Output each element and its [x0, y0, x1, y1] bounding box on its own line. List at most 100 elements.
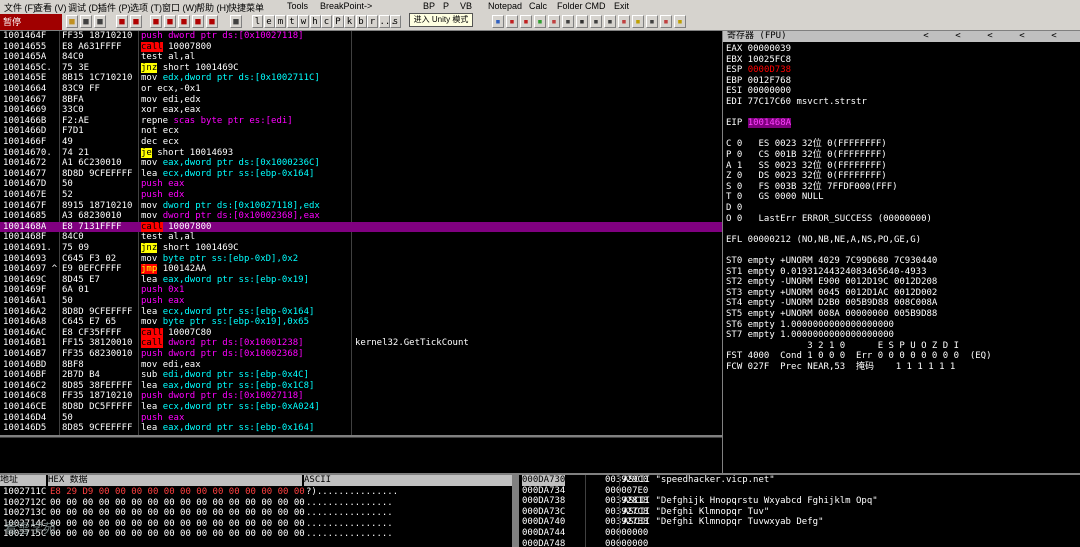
disasm-row[interactable]: 10014669 33C0 xor eax,eax: [0, 105, 722, 116]
register-line[interactable]: EBP 0012F768: [726, 76, 791, 87]
disasm-row[interactable]: 1001467F 8915 18710210 mov dword ptr ds:[0…: [0, 201, 722, 212]
toolbar-window-button[interactable]: h: [309, 15, 321, 28]
disasm-row[interactable]: 10014670. 74 21 je short 10014693: [0, 147, 722, 159]
plugin-tool-icon[interactable]: ▪: [632, 15, 644, 28]
register-line[interactable]: P 0 CS 001B 32位 0(FFFFFFFF): [726, 150, 887, 161]
trace-into-icon[interactable]: ■: [178, 15, 190, 28]
disasm-row[interactable]: 1001467E 52 push edx: [0, 190, 722, 201]
register-line[interactable]: FCW 027F Prec NEAR,53 掩码 1 1 1 1 1 1: [726, 362, 955, 373]
menu-item[interactable]: 选项 (T): [130, 1, 162, 14]
plugin-tool-icon[interactable]: ▪: [674, 15, 686, 28]
disasm-row[interactable]: 100146A8 C645 E7 65 mov byte ptr ss:[ebp-0…: [0, 317, 722, 328]
splitter[interactable]: [512, 475, 519, 547]
register-line[interactable]: O 0 LastErr ERROR_SUCCESS (00000000): [726, 214, 932, 225]
disasm-row[interactable]: 100146D5 8D85 9CFEFFFF lea eax,dword ptr s…: [0, 423, 722, 434]
register-line[interactable]: ST4 empty -UNORM D2B0 005B9D88 008C008A: [726, 298, 937, 309]
menu-item[interactable]: 调试 (D): [68, 1, 101, 14]
register-line[interactable]: D 0: [726, 203, 742, 214]
menu-item[interactable]: BP: [423, 1, 435, 11]
toolbar-window-button[interactable]: k: [344, 15, 355, 28]
register-line[interactable]: FST 4000 Cond 1 0 0 0 Err 0 0 0 0 0 0 0 …: [726, 351, 992, 362]
disasm-row[interactable]: 1001465E 8B15 1C710210 mov edx,dword ptr d…: [0, 73, 722, 84]
disasm-row[interactable]: 100146A2 8D8D 9CFEFFFF lea ecx,dword ptr s…: [0, 307, 722, 318]
plugin-tool-icon[interactable]: ▪: [562, 15, 574, 28]
chevron-left-icon[interactable]: <: [1017, 31, 1027, 42]
dump-header-hex[interactable]: HEX 数据: [48, 475, 302, 486]
register-line[interactable]: EFL 00000212 (NO,NB,NE,A,NS,PO,GE,G): [726, 235, 921, 246]
register-line[interactable]: A 1 SS 0023 32位 0(FFFFFFFF): [726, 161, 887, 172]
run-icon[interactable]: ■: [116, 15, 128, 28]
disasm-row[interactable]: 10014693 C645 F3 02 mov byte ptr ss:[ebp-0…: [0, 254, 722, 265]
menu-item[interactable]: Notepad: [488, 1, 522, 11]
disasm-row[interactable]: 1001466B F2:AE repne scas byte ptr es:[edi…: [0, 116, 722, 127]
disasm-row[interactable]: 1001467D 50 push eax: [0, 179, 722, 190]
register-line[interactable]: S 0 FS 003B 32位 7FFDF000(FFF): [726, 182, 898, 193]
menu-item[interactable]: BreakPoint->: [320, 1, 372, 11]
disasm-row[interactable]: 1001469F 6A 01 push 0x1: [0, 285, 722, 296]
stack-row[interactable]: 000DA748 00000000: [519, 539, 1080, 547]
toolbar-window-button[interactable]: ...: [378, 15, 396, 28]
register-line[interactable]: ST3 empty +UNORM 0045 0012D1AC 0012D002: [726, 288, 937, 299]
goto-icon[interactable]: ■: [230, 15, 242, 28]
disasm-row[interactable]: 100146BF 2B7D B4 sub edi,dword ptr ss:[ebp…: [0, 370, 722, 381]
disasm-row[interactable]: 1001464F FF35 18710210 push dword ptr ds:[…: [0, 31, 722, 42]
register-line[interactable]: 3 2 1 0 E S P U O Z D I: [726, 341, 959, 352]
disasm-row[interactable]: 1001468F 84C0 test al,al: [0, 232, 722, 243]
register-line[interactable]: ST7 empty 1.0000000000000000000: [726, 330, 894, 341]
disasm-row[interactable]: 100146C8 FF35 18710210 push dword ptr ds:[…: [0, 391, 722, 402]
plugin-tool-icon[interactable]: ▪: [618, 15, 630, 28]
disasm-row[interactable]: 10014664 83C9 FF or ecx,-0x1: [0, 84, 722, 95]
plugin-tool-icon[interactable]: ▪: [520, 15, 532, 28]
disasm-row[interactable]: 100146AC E8 CF35FFFF call 10007C80: [0, 327, 722, 339]
stack-row[interactable]: 000DA740 003927E8 ASCII "Defghi Klmnopqr T…: [519, 517, 1080, 528]
disasm-row[interactable]: 100146BD 8BF8 mov edi,eax: [0, 360, 722, 371]
plugin-tool-icon[interactable]: ▪: [492, 15, 504, 28]
disasm-row[interactable]: 10014667 8BFA mov edi,edx: [0, 95, 722, 106]
register-line[interactable]: ST5 empty +UNORM 008A 00000000 005B9D88: [726, 309, 937, 320]
register-line[interactable]: EDI 77C17C60 msvcrt.strstr: [726, 97, 867, 108]
toolbar-window-button[interactable]: e: [263, 15, 275, 28]
toolbar-window-button[interactable]: w: [298, 15, 309, 28]
plugin-tool-icon[interactable]: ▪: [576, 15, 588, 28]
disasm-row[interactable]: 10014691. 75 09 jnz short 1001469C: [0, 243, 722, 254]
register-line[interactable]: ST1 empty 0.01931244324083465640-4933: [726, 267, 926, 278]
trace-over-icon[interactable]: ■: [192, 15, 204, 28]
register-line[interactable]: ESI 00000000: [726, 86, 791, 97]
disasm-row[interactable]: 10014677 8D8D 9CFEFFFF lea ecx,dword ptr s…: [0, 169, 722, 180]
open-icon[interactable]: ■: [66, 15, 78, 28]
toolbar-window-button[interactable]: c: [321, 15, 332, 28]
restart-icon[interactable]: ■: [80, 15, 92, 28]
disasm-row[interactable]: 1001469C 8D45 E7 lea eax,dword ptr ss:[ebp…: [0, 275, 722, 286]
pause-icon[interactable]: ■: [130, 15, 142, 28]
close-icon[interactable]: ■: [94, 15, 106, 28]
menu-item[interactable]: Exit: [614, 1, 629, 11]
menu-item[interactable]: CMD: [585, 1, 606, 11]
disasm-row[interactable]: 1001465C. 75 3E jnz short 1001469C: [0, 62, 722, 74]
toolbar-window-button[interactable]: b: [355, 15, 367, 28]
chevron-left-icon[interactable]: <: [985, 31, 995, 42]
stack-row[interactable]: 000DA738 00392818 ASCII "Defghijk Hnopqrst…: [519, 496, 1080, 507]
toolbar-window-button[interactable]: r: [367, 15, 378, 28]
menu-item[interactable]: 快捷菜单: [228, 1, 264, 14]
disasm-row[interactable]: 10014685 A3 68230010 mov dword ptr ds:[0x1…: [0, 211, 722, 222]
chevron-left-icon[interactable]: <: [953, 31, 963, 42]
stack-row[interactable]: 000DA73C 003927C8 ASCII "Defghi Klmnopqr T…: [519, 507, 1080, 518]
stack-pane[interactable]: 000DA730 003929C0 ASCII "speedhacker.vicp.…: [519, 475, 1080, 547]
register-line[interactable]: T 0 GS 0000 NULL: [726, 192, 824, 203]
disasm-row[interactable]: 1001468A E8 7131FFFF call 10007800: [0, 221, 722, 233]
menu-item[interactable]: P: [443, 1, 449, 11]
toolbar-window-button[interactable]: P: [332, 15, 344, 28]
disasm-row[interactable]: 1001465A 84C0 test al,al: [0, 52, 722, 63]
dump-header-address[interactable]: 地址: [0, 475, 46, 486]
menu-item[interactable]: Calc: [529, 1, 547, 11]
menu-item[interactable]: 文件 (F): [4, 1, 36, 14]
disasm-row[interactable]: 100146B7 FF35 68230010 push dword ptr ds:[…: [0, 349, 722, 360]
register-line[interactable]: ST2 empty -UNORM E900 0012D19C 0012D208: [726, 277, 937, 288]
menu-item[interactable]: 查看 (V): [34, 1, 67, 14]
register-line[interactable]: ST6 empty 1.0000000000000000000: [726, 320, 894, 331]
menu-item[interactable]: Folder: [557, 1, 583, 11]
plugin-tool-icon[interactable]: ▪: [660, 15, 672, 28]
plugin-tool-icon[interactable]: ▪: [548, 15, 560, 28]
plugin-tool-icon[interactable]: ▪: [604, 15, 616, 28]
plugin-tool-icon[interactable]: ▪: [506, 15, 518, 28]
